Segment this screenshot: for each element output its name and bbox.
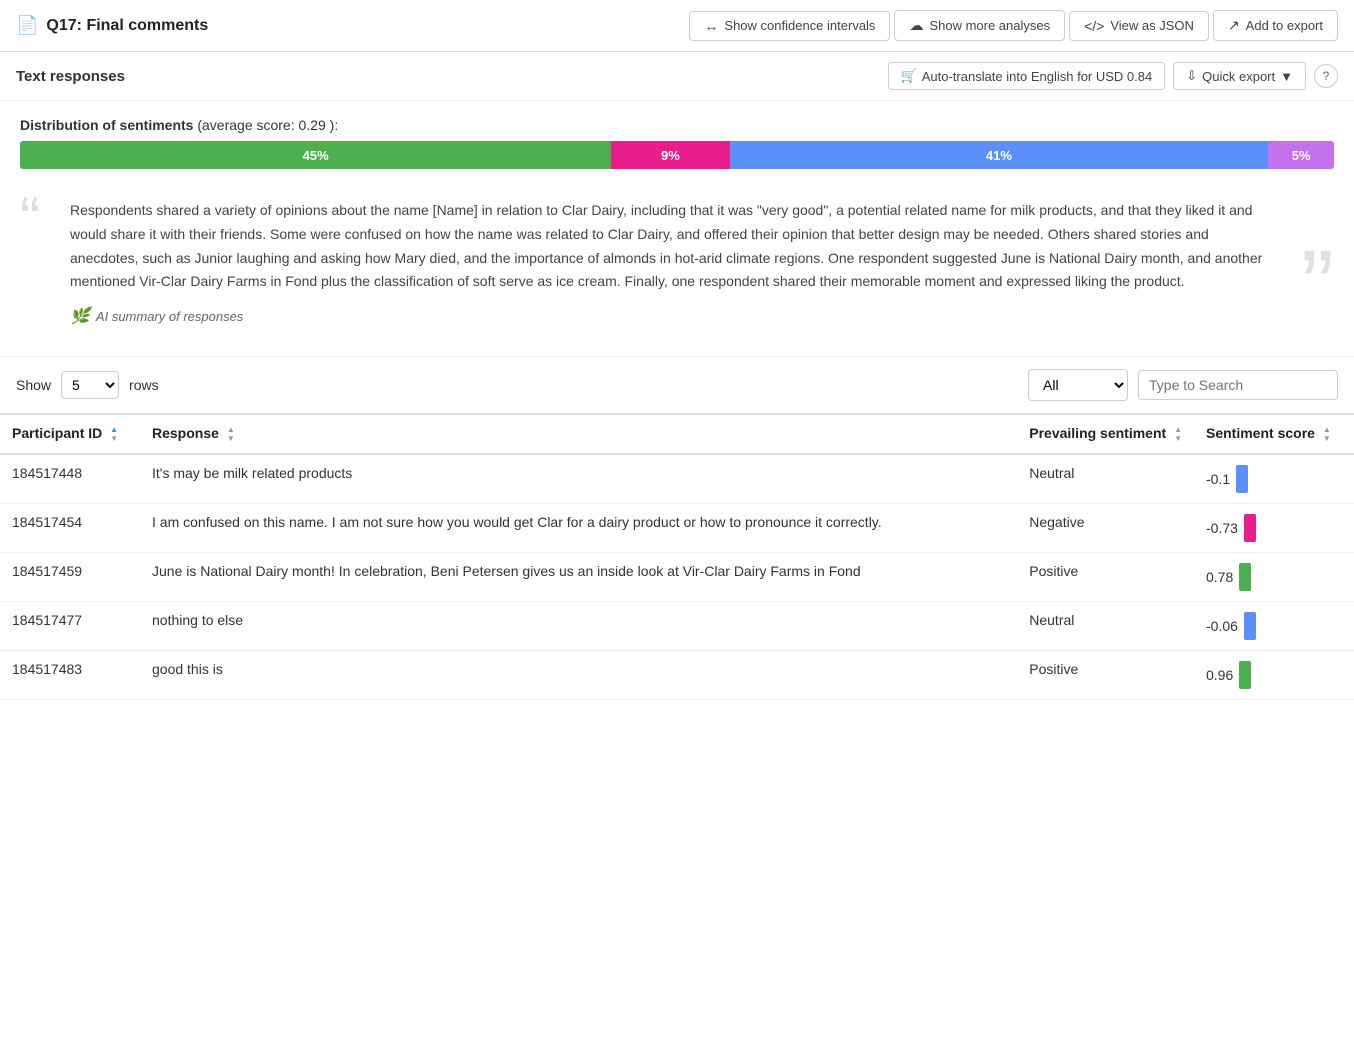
score-bar [1239,661,1251,689]
summary-block: “ Respondents shared a variety of opinio… [10,179,1344,346]
negative-bar: 5% [1268,141,1334,169]
response-cell: It's may be milk related products [140,454,1017,504]
sentiment-score-header: Sentiment score ▲ ▼ [1194,414,1354,454]
positive-bar: 45% [20,141,611,169]
text-responses-title: Text responses [16,68,125,85]
score-bar [1236,465,1248,493]
sentiment-sort[interactable]: ▲ ▼ [1174,426,1182,443]
rows-label: rows [129,377,159,393]
search-input[interactable] [1138,370,1338,400]
table-controls: Show 5 10 25 50 100 rows All Positive Ne… [0,356,1354,413]
sort-down-icon: ▼ [110,435,118,443]
prevailing-sentiment-header: Prevailing sentiment ▲ ▼ [1017,414,1194,454]
participant-id-cell: 184517448 [0,454,140,504]
table-row: 184517477 nothing to else Neutral -0.06 [0,601,1354,650]
score-value: 0.78 [1206,569,1233,585]
participant-id-sort[interactable]: ▲ ▼ [110,426,118,443]
summary-text: Respondents shared a variety of opinions… [70,199,1264,294]
sub-header-actions: 🛒 Auto-translate into English for USD 0.… [888,62,1338,90]
response-cell: I am confused on this name. I am not sur… [140,503,1017,552]
sort-up-icon: ▲ [227,426,235,434]
response-cell: good this is [140,650,1017,699]
download-icon: ⇩ [1186,68,1197,84]
sentiment-cell: Positive [1017,650,1194,699]
score-value: -0.06 [1206,618,1238,634]
chevron-down-icon: ▼ [1280,69,1293,84]
participant-id-cell: 184517454 [0,503,140,552]
rows-per-page-select[interactable]: 5 10 25 50 100 [61,371,119,399]
neutral-neg-bar: 9% [611,141,729,169]
help-button[interactable]: ? [1314,64,1338,88]
document-icon: 📄 [16,15,38,36]
score-value: -0.1 [1206,471,1230,487]
sort-down-icon: ▼ [1174,435,1182,443]
code-icon: </> [1084,18,1104,34]
sort-up-icon: ▲ [110,426,118,434]
show-label: Show [16,377,51,393]
table-header-row: Participant ID ▲ ▼ Response ▲ ▼ Prevaili… [0,414,1354,454]
sentiment-cell: Negative [1017,503,1194,552]
response-cell: June is National Dairy month! In celebra… [140,552,1017,601]
quick-export-button[interactable]: ⇩ Quick export ▼ [1173,62,1306,90]
response-sort[interactable]: ▲ ▼ [227,426,235,443]
translate-icon: 🛒 [901,68,917,84]
score-cell: 0.78 [1194,552,1354,601]
view-json-button[interactable]: </> View as JSON [1069,11,1209,41]
score-cell: -0.1 [1194,454,1354,504]
table-row: 184517459 June is National Dairy month! … [0,552,1354,601]
sentiment-label: Distribution of sentiments (average scor… [20,117,1334,133]
auto-translate-button[interactable]: 🛒 Auto-translate into English for USD 0.… [888,62,1166,90]
score-bar [1239,563,1251,591]
sort-up-icon: ▲ [1174,426,1182,434]
confidence-intervals-button[interactable]: ↔ Show confidence intervals [689,11,890,41]
header: 📄 Q17: Final comments ↔ Show confidence … [0,0,1354,52]
quote-right-icon: ” [1301,236,1334,336]
page-title: 📄 Q17: Final comments [16,15,208,36]
sentiment-cell: Neutral [1017,601,1194,650]
score-bar [1244,514,1256,542]
table-row: 184517454 I am confused on this name. I … [0,503,1354,552]
sentiment-cell: Positive [1017,552,1194,601]
arrows-icon: ↔ [704,18,718,34]
score-cell: -0.06 [1194,601,1354,650]
participant-id-header: Participant ID ▲ ▼ [0,414,140,454]
response-cell: nothing to else [140,601,1017,650]
add-to-export-button[interactable]: ↗ Add to export [1213,10,1338,41]
table-row: 184517483 good this is Positive 0.96 [0,650,1354,699]
score-sort[interactable]: ▲ ▼ [1323,426,1331,443]
table-row: 184517448 It's may be milk related produ… [0,454,1354,504]
header-actions: ↔ Show confidence intervals ☁ Show more … [228,10,1338,41]
score-cell: -0.73 [1194,503,1354,552]
participant-id-cell: 184517483 [0,650,140,699]
cloud-icon: ☁ [909,17,923,34]
sort-down-icon: ▼ [1323,435,1331,443]
score-value: -0.73 [1206,520,1238,536]
participant-id-cell: 184517459 [0,552,140,601]
ai-summary-label: 🌿 AI summary of responses [70,306,1264,326]
sentiment-cell: Neutral [1017,454,1194,504]
score-value: 0.96 [1206,667,1233,683]
sort-up-icon: ▲ [1323,426,1331,434]
responses-table: Participant ID ▲ ▼ Response ▲ ▼ Prevaili… [0,413,1354,700]
export-icon: ↗ [1228,17,1240,34]
participant-id-cell: 184517477 [0,601,140,650]
sentiment-section: Distribution of sentiments (average scor… [0,101,1354,179]
response-header: Response ▲ ▼ [140,414,1017,454]
sort-down-icon: ▼ [227,435,235,443]
sub-header: Text responses 🛒 Auto-translate into Eng… [0,52,1354,101]
sentiment-filter-select[interactable]: All Positive Negative Neutral [1028,369,1128,401]
sentiment-bar: 45% 9% 41% 5% [20,141,1334,169]
ai-icon: 🌿 [70,306,90,326]
quote-left-icon: “ [20,189,40,249]
score-bar [1244,612,1256,640]
neutral-bar: 41% [730,141,1269,169]
score-cell: 0.96 [1194,650,1354,699]
more-analyses-button[interactable]: ☁ Show more analyses [894,10,1065,41]
